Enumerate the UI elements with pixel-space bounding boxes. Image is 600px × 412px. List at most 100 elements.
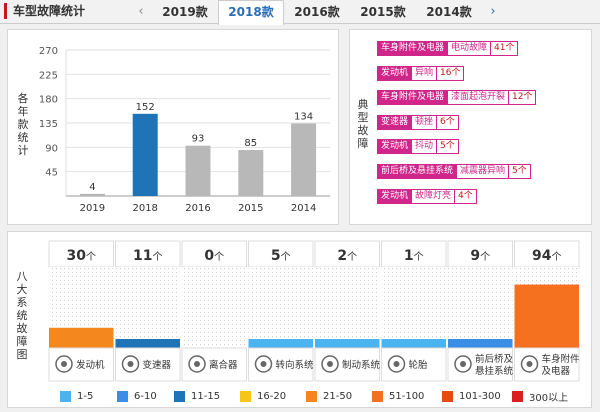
system-name: 离合器: [209, 359, 238, 371]
fault-description: 异响: [412, 65, 438, 81]
system-name-line2: 悬挂系统: [475, 365, 514, 377]
x-tick-label: 2019: [80, 203, 105, 214]
fault-category: 发动机: [377, 65, 413, 81]
system-name: 前后桥及: [475, 353, 514, 365]
year-tabs: ‹ 2019款 2018款 2016款 2015款 2014款 ›: [130, 0, 504, 25]
fault-category: 发动机: [377, 139, 413, 155]
system-name: 发动机: [76, 359, 105, 371]
plot-cell: [448, 267, 513, 348]
brake-icon-core: [327, 361, 333, 367]
systems-chart: 30个发动机11个变速器0个离合器5个转向系统2个制动系统1个轮胎9个前后桥及悬…: [48, 240, 581, 382]
system-column-suspension[interactable]: 9个前后桥及悬挂系统: [447, 240, 514, 382]
fault-category: 发动机: [377, 188, 413, 204]
plot-cell: [182, 267, 247, 348]
data-label: 152: [136, 102, 155, 113]
fault-row[interactable]: 车身附件及电器 电动故障 41个: [377, 41, 519, 56]
legend-item: 21-50: [306, 389, 372, 404]
fault-row[interactable]: 发动机 异响 16个: [377, 65, 465, 81]
legend-swatch: [117, 391, 128, 402]
legend-item: 16-20: [240, 389, 306, 404]
fault-row[interactable]: 发动机 抖动 5个: [377, 139, 459, 155]
y-tick-label: 90: [45, 143, 58, 154]
y-tick-label: 225: [39, 70, 58, 81]
data-label: 93: [192, 134, 205, 145]
tab-2019[interactable]: 2019款: [152, 0, 218, 24]
fault-count: 5个: [509, 164, 531, 179]
system-column-engine[interactable]: 30个发动机: [48, 240, 114, 382]
system-name-line2: 及电器: [542, 365, 571, 377]
fault-category: 车身附件及电器: [377, 41, 449, 56]
plot-cell: [248, 267, 313, 348]
system-bar: [115, 339, 180, 348]
tab-2014[interactable]: 2014款: [416, 0, 482, 24]
year-chart-panel: 各年款统计 45 90 135 180 225 270 4 2019 152 2018 93 2016…: [7, 29, 339, 225]
system-column-clutch[interactable]: 0个离合器: [181, 240, 247, 382]
fault-row[interactable]: 车身附件及电器 漆面起泡开裂 12个: [377, 90, 537, 106]
system-bar: [514, 284, 579, 348]
legend-label: 11-15: [191, 391, 221, 402]
y-tick-label: 180: [39, 95, 58, 106]
x-tick-label: 2014: [291, 203, 316, 214]
engine-icon-core: [61, 361, 67, 367]
system-name: 制动系统: [342, 359, 381, 371]
typical-faults-panel: 典型故障 车身附件及电器 电动故障 41个 发动机 异响 16个 车身附件及电器 漆面起泡开裂…: [349, 29, 592, 225]
legend-label: 1-5: [77, 391, 94, 402]
bar-2015[interactable]: [238, 150, 264, 196]
data-label: 134: [294, 112, 313, 123]
system-column-steering[interactable]: 5个转向系统: [248, 240, 315, 382]
plot-cell: [381, 267, 446, 348]
fault-description: 抖动: [412, 139, 438, 155]
bar-2016[interactable]: [185, 145, 211, 196]
legend-swatch: [306, 391, 317, 402]
bar-2014[interactable]: [291, 123, 317, 196]
fault-category: 车身附件及电器: [377, 90, 449, 106]
tab-2016[interactable]: 2016款: [284, 0, 350, 24]
legend-label: 16-20: [257, 391, 287, 402]
system-column-tire[interactable]: 1个轮胎: [381, 240, 447, 382]
fault-description: 顿挫: [412, 114, 438, 130]
legend-label: 51-100: [389, 391, 425, 402]
y-tick-label: 45: [45, 168, 58, 179]
system-name: 车身附件: [542, 353, 581, 365]
fault-row[interactable]: 变速器 顿挫 6个: [377, 114, 459, 130]
tab-2015[interactable]: 2015款: [350, 0, 416, 24]
x-tick-label: 2015: [238, 203, 263, 214]
legend-item: 300以上: [512, 389, 572, 404]
system-name: 转向系统: [276, 359, 315, 371]
fault-count: 6个: [437, 114, 459, 130]
legend-label: 101-300: [459, 391, 501, 402]
data-label: 85: [244, 138, 257, 149]
system-column-body-electrical[interactable]: 94个车身附件及电器: [514, 240, 581, 382]
fault-count: 16个: [437, 65, 465, 81]
y-tick-label: 135: [39, 119, 58, 130]
bar-2018[interactable]: [132, 113, 158, 196]
prev-arrow-icon[interactable]: ‹: [130, 0, 152, 24]
legend-label: 6-10: [134, 391, 157, 402]
legend-swatch: [442, 391, 453, 402]
top-bar: 车型故障统计 ‹ 2019款 2018款 2016款 2015款 2014款 ›: [0, 0, 600, 25]
bar-chart: 45 90 135 180 225 270 4 2019 152 2018 93 2016 85 2015…: [39, 46, 330, 214]
legend-label: 300以上: [529, 393, 569, 404]
tab-2018[interactable]: 2018款: [218, 0, 284, 25]
fault-count: 12个: [509, 90, 537, 106]
y-tick-label: 270: [39, 46, 58, 57]
fault-category: 前后桥及悬挂系统: [377, 164, 458, 179]
tire-icon-core: [393, 361, 400, 367]
legend-swatch: [174, 391, 185, 402]
system-bar: [49, 327, 114, 348]
fault-count: 5个: [437, 139, 459, 155]
fault-row[interactable]: 发动机 故障灯亮 4个: [377, 188, 477, 204]
next-arrow-icon[interactable]: ›: [482, 0, 504, 24]
bar-2019[interactable]: [79, 193, 105, 196]
system-bar: [248, 339, 313, 348]
faults-label: 典型故障: [357, 98, 369, 150]
legend-item: 1-5: [60, 389, 117, 404]
data-label: 4: [89, 182, 95, 193]
fault-row[interactable]: 前后桥及悬挂系统 减震器异响 5个: [377, 164, 531, 179]
system-column-gearbox[interactable]: 11个变速器: [115, 240, 181, 382]
steering-icon-core: [260, 361, 267, 367]
fault-count: 41个: [491, 41, 519, 56]
systems-panel: 八大系统故障图 30个 发动机 11个 变速器 0个 离合器 5个 转向系统 2个 制动系统 1个轮…: [7, 231, 592, 408]
fault-category: 变速器: [377, 114, 413, 130]
system-column-brake[interactable]: 2个制动系统: [314, 240, 381, 382]
